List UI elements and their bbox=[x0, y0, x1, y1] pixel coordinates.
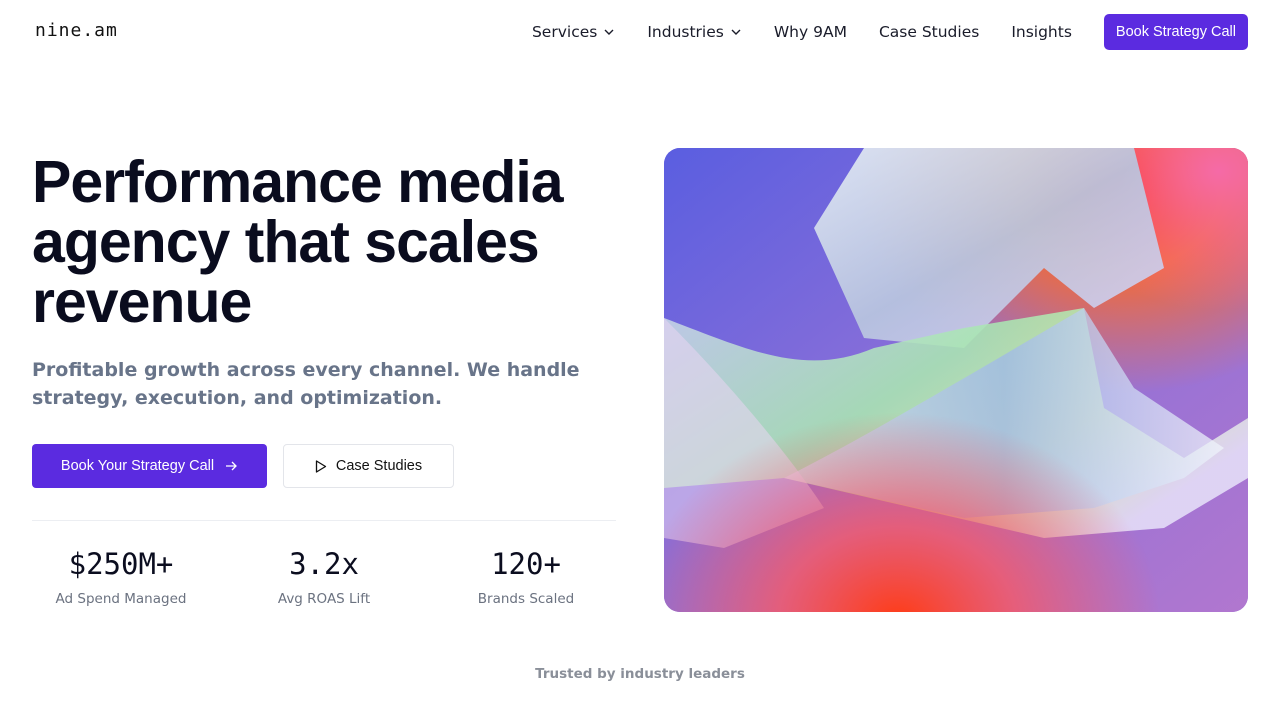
site-header: nine.am Services Industries Why 9AM Case… bbox=[0, 0, 1280, 64]
nav-services[interactable]: Services bbox=[532, 14, 615, 50]
hero-abstract-image bbox=[664, 148, 1248, 612]
hero-subhead: Profitable growth across every channel. … bbox=[32, 356, 580, 412]
subhead-line: strategy, execution, and optimization. bbox=[32, 387, 443, 409]
nav-industries[interactable]: Industries bbox=[647, 14, 742, 50]
nav-case-studies[interactable]: Case Studies bbox=[879, 14, 979, 50]
logo[interactable]: nine.am bbox=[35, 20, 118, 41]
stat-label: Brands Scaled bbox=[477, 591, 575, 607]
book-your-strategy-call-button[interactable]: Book Your Strategy Call bbox=[32, 444, 267, 488]
stats-divider bbox=[32, 520, 616, 521]
stat-ad-spend: $250M+ Ad Spend Managed bbox=[26, 544, 216, 607]
case-studies-button[interactable]: Case Studies bbox=[283, 444, 454, 488]
stat-label: Ad Spend Managed bbox=[55, 591, 187, 607]
chevron-down-icon bbox=[731, 29, 741, 35]
stat-roas-lift: 3.2x Avg ROAS Lift bbox=[229, 544, 419, 607]
nav-why-9am-label: Why 9AM bbox=[773, 23, 847, 41]
chevron-down-icon bbox=[604, 29, 614, 35]
nav-services-label: Services bbox=[531, 23, 598, 41]
stat-value: $250M+ bbox=[68, 547, 174, 581]
nav-why-9am[interactable]: Why 9AM bbox=[774, 14, 847, 50]
headline-line: agency that scales bbox=[32, 209, 540, 275]
book-strategy-call-button[interactable]: Book Strategy Call bbox=[1103, 14, 1248, 50]
book-your-strategy-call-label: Book Your Strategy Call bbox=[60, 458, 215, 474]
nav-insights-label: Insights bbox=[1011, 23, 1072, 41]
stat-brands-scaled: 120+ Brands Scaled bbox=[431, 544, 621, 607]
main-nav: Services Industries Why 9AM Case Studies… bbox=[532, 14, 1248, 50]
stat-label: Avg ROAS Lift bbox=[277, 591, 371, 607]
nav-insights[interactable]: Insights bbox=[1011, 14, 1072, 50]
abstract-gradient-image bbox=[664, 148, 1248, 612]
play-icon bbox=[315, 459, 327, 473]
stat-value: 120+ bbox=[491, 547, 561, 581]
headline-line: Performance media bbox=[32, 149, 564, 215]
nav-case-studies-label: Case Studies bbox=[878, 23, 980, 41]
arrow-right-icon bbox=[226, 461, 237, 471]
case-studies-label: Case Studies bbox=[335, 458, 423, 474]
stat-value: 3.2x bbox=[289, 547, 359, 581]
trusted-by-label: Trusted by industry leaders bbox=[535, 666, 745, 682]
headline-line: revenue bbox=[32, 269, 252, 335]
subhead-line: Profitable growth across every channel. … bbox=[32, 359, 580, 381]
hero-headline: Performance media agency that scales rev… bbox=[32, 152, 632, 332]
nav-industries-label: Industries bbox=[647, 23, 724, 41]
